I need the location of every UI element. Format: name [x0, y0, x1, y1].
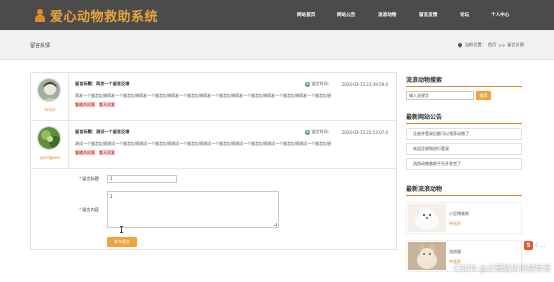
content-value: 1 — [110, 194, 113, 199]
feedback-item: goodgood 留言标题：测试一个留言反馈 留言时间： 2024-03-15 … — [31, 121, 396, 169]
content-label: *留言内容 — [31, 207, 99, 213]
message-time-label: 留言时间： — [311, 81, 332, 86]
section-divider — [406, 86, 522, 87]
title-label: *留言标题 — [31, 176, 99, 182]
section-divider — [406, 195, 522, 196]
avatar-photo — [38, 127, 60, 149]
admin-reply: 管理员回复：暂无回复 — [75, 150, 115, 155]
site-title: 爱心动物救助系统 — [50, 10, 159, 25]
heart-person-icon — [34, 9, 46, 22]
nav-feedback[interactable]: 留言反馈 — [419, 12, 437, 18]
site-logo[interactable]: 爱心动物救助系统 — [34, 6, 158, 25]
animal-name: 小型博美狗 — [449, 211, 469, 216]
message-time-value: 2024-03-15 22:53:07.0 — [341, 129, 388, 135]
nav-stray-animals[interactable]: 流浪动物 — [378, 12, 396, 18]
notice-item[interactable]: 注册并登录后能可以领养动物了 — [406, 128, 522, 140]
required-mark: * — [79, 207, 82, 212]
breadcrumb-current: 留言反馈 — [507, 42, 524, 47]
breadcrumb: 当前位置： 首页 >> 留言反馈 — [458, 42, 524, 48]
watermark: CSDN @计算机毕设辅导员 — [453, 264, 551, 273]
notice-item[interactable]: 流浪动物救助平台开发完了 — [406, 158, 522, 170]
nav-personal-center[interactable]: 个人中心 — [491, 12, 509, 18]
cat-photo — [408, 242, 446, 270]
animal-search-title: 流浪动物搜索 — [406, 77, 443, 84]
avatar-photo — [38, 79, 60, 101]
page-title: 留言反馈 — [30, 43, 51, 49]
notice-item[interactable]: 欢迎注册和进行登录 — [406, 143, 522, 155]
message-title-label: 留言标题： — [75, 81, 96, 86]
message-time: 留言时间： 2024-03-15 23:39:59.0 — [304, 81, 388, 87]
message-title-text: 测试一个留言反馈 — [95, 129, 130, 134]
message-content: 测试一个留言反馈测试一个留言反馈测试一个留言反馈测试一个留言反馈测试一个留言反馈… — [75, 141, 331, 146]
required-mark: * — [79, 176, 82, 181]
breadcrumb-home[interactable]: 首页 — [488, 42, 496, 48]
admin-reply: 管理员回复：暂无回复 — [75, 102, 115, 107]
dots-icon[interactable]: … — [540, 243, 545, 249]
animal-name: 流浪猫 — [449, 249, 461, 254]
pomeranian-photo — [408, 204, 446, 232]
floating-toolbar[interactable]: S ☾ … — [524, 241, 546, 250]
avatar-column: fuliye — [31, 73, 69, 120]
message-time: 留言时间： 2024-03-15 22:53:07.0 — [304, 129, 388, 135]
content-label-text: 留言内容 — [82, 207, 99, 212]
breadcrumb-separator: >> — [498, 42, 506, 48]
message-time-label: 留言时间： — [311, 129, 332, 134]
nav-home[interactable]: 网站首页 — [297, 12, 315, 18]
nav-forum[interactable]: 论坛 — [460, 12, 469, 18]
clock-icon — [304, 129, 310, 135]
breadcrumb-label: 当前位置： — [464, 42, 486, 47]
feedback-item: fuliye 留言标题：再发一个留言反馈 留言时间： 2024-03-15 23… — [31, 73, 396, 121]
location-pin-icon — [458, 43, 462, 48]
message-title: 留言标题：再发一个留言反馈 — [75, 81, 129, 87]
top-nav-bar: 爱心动物救助系统 网站首页 网站公告 流浪动物 留言反馈 论坛 个人中心 — [0, 0, 554, 30]
animal-card[interactable]: 小型博美狗 待领养 — [406, 202, 522, 234]
notice-section-title: 最新网站公告 — [406, 114, 443, 121]
content-textarea[interactable]: 1 — [107, 191, 279, 228]
section-divider — [406, 123, 522, 124]
submit-feedback-button[interactable]: 发布留言 — [107, 237, 137, 247]
breadcrumb-band: 留言反馈 当前位置： 首页 >> 留言反馈 — [0, 30, 554, 60]
message-title-label: 留言标题： — [75, 129, 96, 134]
avatar — [37, 126, 61, 150]
title-label-text: 留言标题 — [82, 176, 99, 181]
avatar-username: goodgood — [40, 155, 60, 160]
search-button[interactable]: 搜索 — [476, 91, 491, 100]
clock-icon — [304, 81, 310, 87]
feedback-panel: fuliye 留言标题：再发一个留言反馈 留言时间： 2024-03-15 23… — [30, 72, 397, 250]
nav-announcements[interactable]: 网站公告 — [337, 12, 355, 18]
avatar — [37, 78, 61, 102]
avatar-username: fuliye — [44, 107, 56, 112]
message-title-text: 再发一个留言反馈 — [95, 81, 130, 86]
message-title: 留言标题：测试一个留言反馈 — [75, 129, 129, 135]
message-time-value: 2024-03-15 23:39:59.0 — [341, 81, 388, 87]
text-cursor-icon — [120, 226, 124, 233]
message-content: 再发一个留言反馈再发一个留言反馈再发一个留言反馈再发一个留言反馈再发一个留言反馈… — [75, 93, 331, 98]
title-input[interactable]: 1 — [107, 175, 177, 183]
adoption-status-badge: 待领养 — [449, 221, 461, 226]
moon-icon[interactable]: ☾ — [535, 243, 539, 249]
resize-handle-icon[interactable] — [274, 223, 277, 226]
search-input[interactable]: 输入关键字 — [406, 91, 474, 100]
sogou-input-icon[interactable]: S — [524, 241, 533, 250]
animal-section-title: 最新流浪动物 — [406, 186, 443, 193]
avatar-column: goodgood — [31, 121, 69, 168]
